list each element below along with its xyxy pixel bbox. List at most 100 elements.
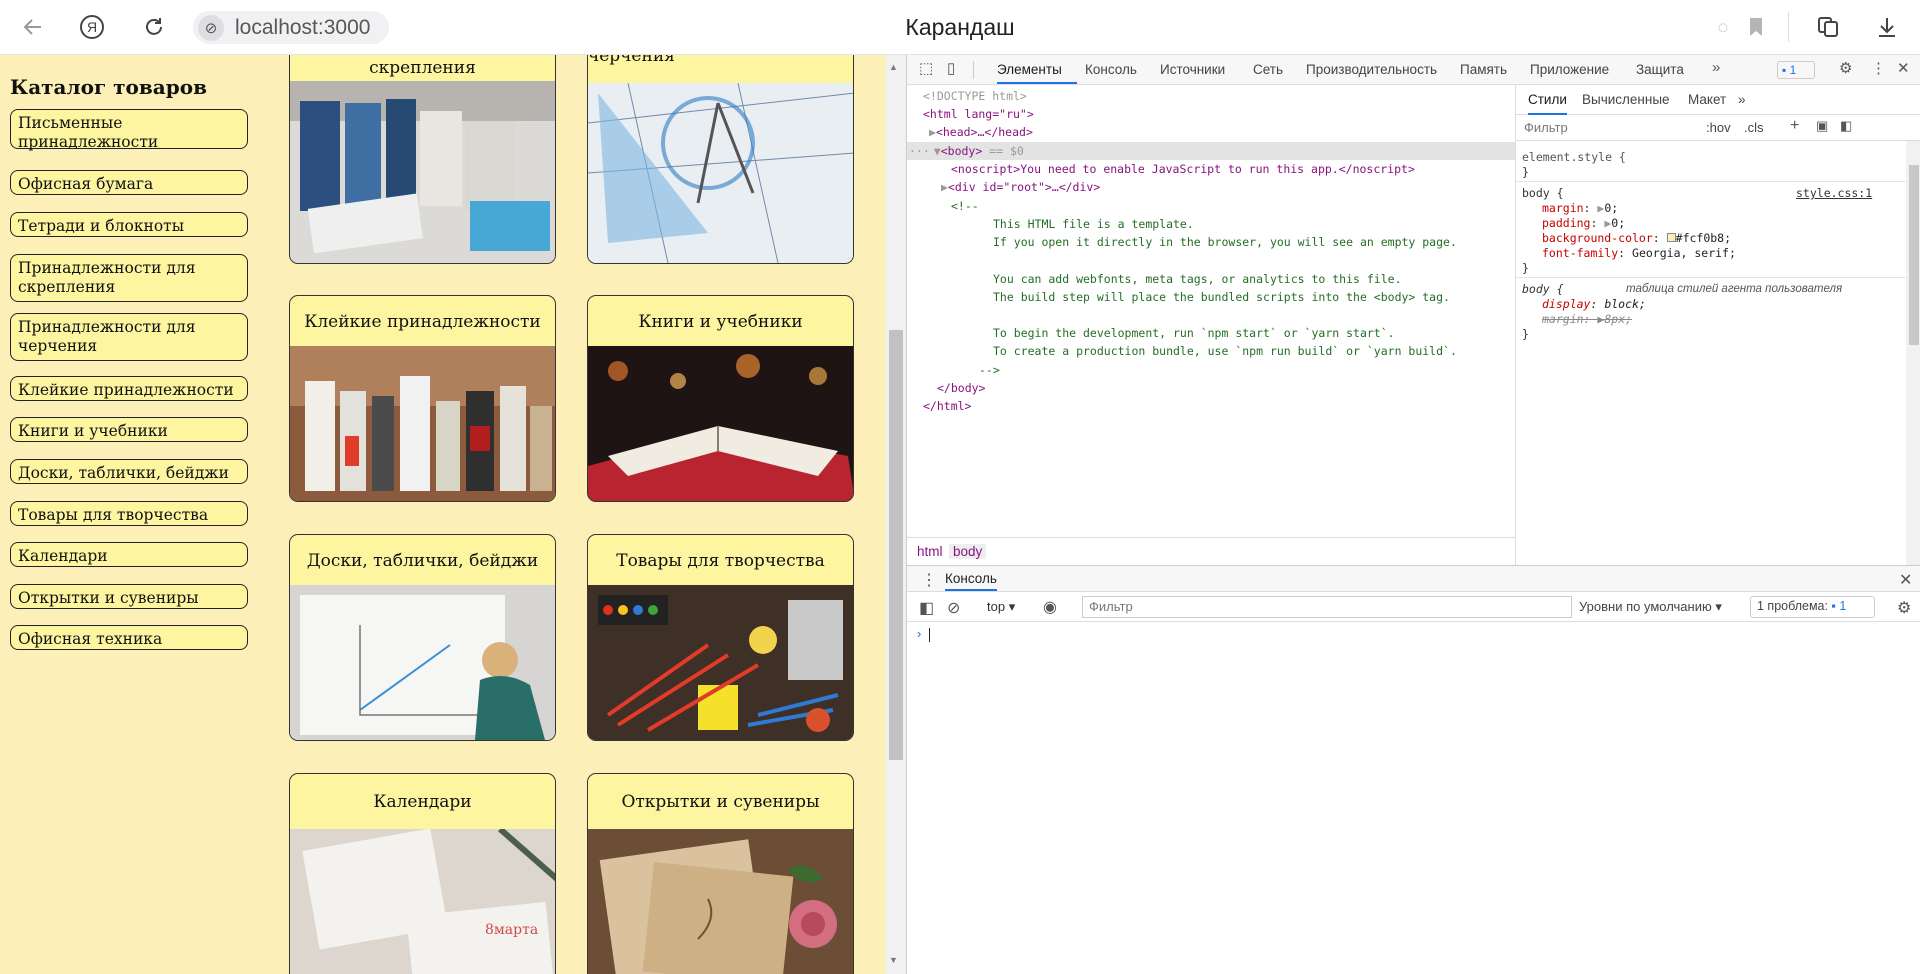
styles-scrollbar-thumb[interactable] [1909,165,1919,345]
chat-button[interactable]: ◌ [1706,10,1740,44]
rule-close-brace: } [1522,165,1529,179]
category-button[interactable]: Принадлежности для скрепления [10,254,248,302]
console-settings-gear-icon[interactable]: ⚙ [1897,598,1911,618]
hov-toggle[interactable]: :hov [1706,120,1731,135]
log-levels-dropdown[interactable]: Уровни по умолчанию ▾ [1579,599,1722,615]
sidebar-toggle-icon[interactable]: ◧ [1840,118,1852,134]
drawer-menu-icon[interactable]: ⋮ [921,570,937,590]
download-icon [1879,18,1895,37]
product-card[interactable]: Календари 8марта [289,773,556,974]
context-selector[interactable]: top ▾ [987,599,1015,615]
tab-memory[interactable]: Память [1460,62,1507,77]
dom-body-selected[interactable]: ··· ▼<body> == $0 [907,142,1515,160]
category-button[interactable]: Принадлежности для черчения [10,313,248,361]
dom-body-close[interactable]: </body> [937,379,1515,397]
site-page: Каталог товаров Письменные принадлежност… [0,55,886,974]
category-button[interactable]: Товары для творчества [10,501,248,526]
collapse-triangle-icon[interactable]: ▼ [930,144,941,158]
card-title: Книги и учебники [638,312,803,332]
dom-head[interactable]: ▶<head>…</head> [929,123,1515,141]
product-card[interactable]: Книги и учебники [587,295,854,502]
downloads-button[interactable] [1870,10,1904,44]
browser-toolbar: Я ⊘ localhost:3000 Карандаш ◌ [0,0,1920,55]
dom-html-close[interactable]: </html> [923,397,1515,415]
drawer-tab-console[interactable]: Консоль [945,571,997,591]
tab-security[interactable]: Защита [1636,62,1684,77]
tab-performance[interactable]: Производительность [1306,62,1437,77]
bookmark-button[interactable] [1739,10,1773,44]
dom-doctype[interactable]: <!DOCTYPE html> [923,87,1515,105]
console-sidebar-icon[interactable]: ◧ [919,598,934,618]
console-issues-button[interactable]: 1 проблема: ▪ 1 [1750,596,1875,618]
product-card[interactable]: Открытки и сувениры [587,773,854,974]
element-style-rule[interactable]: element.style { [1522,150,1626,165]
product-card[interactable]: Товары для творчества [587,534,854,741]
product-card[interactable]: Доски, таблички, бейджи [289,534,556,741]
settings-gear-icon[interactable]: ⚙ [1839,59,1852,77]
rule-divider [1516,181,1906,182]
css-declaration[interactable]: margin: ▶0; [1542,201,1618,216]
category-button[interactable]: Письменные принадлежности [10,109,248,151]
breadcrumb-html[interactable]: html [917,544,943,559]
close-drawer-icon[interactable]: ✕ [1899,570,1912,590]
more-options-icon[interactable]: ⋮ [1871,59,1886,77]
tab-console[interactable]: Консоль [1085,62,1137,77]
tab-elements[interactable]: Элементы [997,62,1062,77]
clear-console-icon[interactable]: ⊘ [947,598,960,618]
category-button[interactable]: Доски, таблички, бейджи [10,459,248,484]
scroll-down-arrow-icon[interactable]: ▼ [889,955,898,965]
expand-triangle-icon[interactable]: ▶ [929,125,936,139]
live-expression-eye-icon[interactable]: ◉ [1043,597,1057,617]
dom-root-div[interactable]: ▶<div id="root">…</div> [941,178,1515,196]
close-devtools-icon[interactable]: ✕ [1897,59,1910,77]
product-card[interactable]: Принадлежности для черчения [587,55,854,264]
body-rule-selector[interactable]: body { [1522,186,1564,201]
category-button[interactable]: Тетради и блокноты [10,212,248,237]
product-card[interactable]: Клейкие принадлежности [289,295,556,502]
card-title: Доски, таблички, бейджи [306,551,539,571]
category-button[interactable]: Клейкие принадлежности [10,376,248,401]
category-button[interactable]: Офисная бумага [10,170,248,195]
device-toggle-icon[interactable]: ▯ [947,59,955,77]
category-button[interactable]: Книги и учебники [10,417,248,442]
cls-toggle[interactable]: .cls [1744,120,1764,135]
dom-tree[interactable]: <!DOCTYPE html> <html lang="ru"> ▶<head>… [907,85,1515,565]
css-declaration[interactable]: font-family: Georgia, serif; [1542,246,1736,261]
tab-computed[interactable]: Вычисленные [1582,92,1670,107]
category-button[interactable]: Открытки и сувениры [10,584,248,609]
card-title: Принадлежности для черчения [588,55,675,66]
tab-layout[interactable]: Макет [1688,92,1726,107]
breadcrumb-body[interactable]: body [949,544,987,559]
styles-filter-input[interactable]: Фильтр [1524,120,1568,135]
card-image [588,346,853,501]
css-declaration[interactable]: padding: ▶0; [1542,216,1625,231]
color-swatch[interactable] [1666,233,1676,242]
paint-icon[interactable]: ▣ [1816,118,1828,134]
dom-noscript[interactable]: <noscript>You need to enable JavaScript … [951,160,1515,178]
more-tabs-icon[interactable]: » [1712,59,1720,76]
console-input-caret[interactable] [929,628,930,642]
scroll-up-arrow-icon[interactable]: ▲ [889,62,898,72]
dom-comment-line: This HTML file is a template. [993,217,1194,231]
body-rule-source[interactable]: style.css:1 [1796,186,1872,201]
more-panes-icon[interactable]: » [1738,92,1746,107]
svg-text:8марта: 8марта [485,922,538,938]
issues-badge[interactable]: ▪ 1 [1777,61,1815,79]
card-image [588,585,853,740]
tab-application[interactable]: Приложение [1530,62,1609,77]
css-declaration[interactable]: background-color: #fcf0b8; [1542,231,1731,246]
console-filter-input[interactable]: Фильтр [1082,596,1572,618]
category-button[interactable]: Офисная техника [10,625,248,650]
expand-triangle-icon[interactable]: ▶ [941,180,948,194]
dom-comment-open[interactable]: <!-- [951,197,1515,215]
tab-sources[interactable]: Источники [1160,62,1225,77]
page-scrollbar-thumb[interactable] [889,330,903,760]
tabs-button[interactable] [1811,10,1845,44]
dom-html-open[interactable]: <html lang="ru"> [923,105,1515,123]
add-rule-icon[interactable]: + [1790,117,1799,135]
tab-network[interactable]: Сеть [1253,62,1283,77]
tab-styles[interactable]: Стили [1528,92,1567,115]
inspect-element-icon[interactable]: ⬚ [919,59,933,77]
category-button[interactable]: Календари [10,542,248,567]
product-card[interactable]: скрепления [289,55,556,264]
